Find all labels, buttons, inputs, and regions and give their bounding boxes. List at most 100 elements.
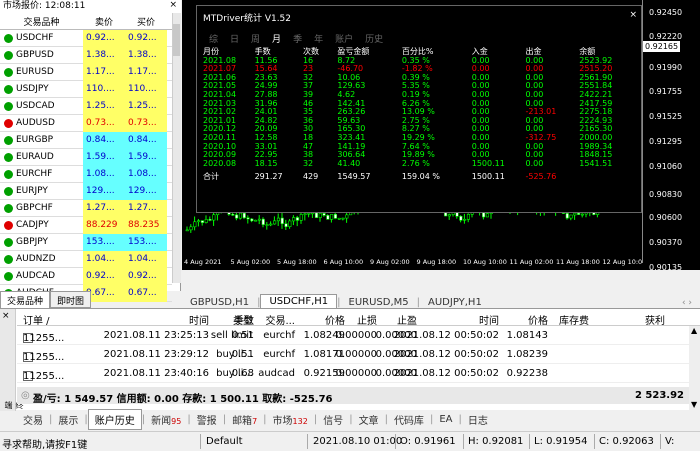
- market-row[interactable]: GBPCHF 1.27... 1.27...: [0, 199, 172, 217]
- terminal-column-header[interactable]: 手数: [234, 312, 254, 327]
- market-symbol: EURJPY: [0, 186, 83, 196]
- close-icon[interactable]: ×: [2, 311, 10, 321]
- close-icon[interactable]: ×: [169, 0, 177, 10]
- column-header-bid[interactable]: 卖价: [83, 15, 125, 28]
- time-tick: 10 Aug 10:00: [463, 258, 507, 266]
- stats-cell: 2020.08: [203, 158, 237, 168]
- market-row[interactable]: GBPJPY 153.... 153....: [0, 233, 172, 251]
- market-row[interactable]: GBPUSD 1.38... 1.38...: [0, 46, 172, 64]
- period-tab[interactable]: 周: [251, 35, 260, 45]
- terminal-tab[interactable]: 账户历史: [87, 409, 142, 430]
- scrollbar-thumb[interactable]: [173, 24, 180, 56]
- terminal-tab[interactable]: 邮箱7: [226, 412, 263, 427]
- tabs-scroll-arrows[interactable]: ‹ ›: [682, 298, 692, 308]
- terminal-tab[interactable]: 代码库: [388, 412, 430, 427]
- market-row[interactable]: USDJPY 110.... 110....: [0, 80, 172, 98]
- price-tick: 0.91990: [649, 63, 683, 72]
- tab-label: 市场: [272, 416, 293, 427]
- terminal-tab[interactable]: 交易: [17, 412, 49, 427]
- tab-symbols[interactable]: 交易品种: [0, 291, 51, 308]
- terminal-tab[interactable]: 文章: [353, 412, 385, 427]
- chart-tab[interactable]: GBPUSD,H1: [182, 297, 257, 308]
- market-row[interactable]: EURAUD 1.59... 1.59...: [0, 148, 172, 166]
- chart-tab[interactable]: USDCHF,H1: [260, 294, 338, 308]
- current-price-label: 0.92165: [643, 41, 680, 52]
- tab-badge: 95: [171, 417, 182, 426]
- terminal-column-header[interactable]: 获利: [645, 312, 665, 327]
- market-row[interactable]: USDCAD 1.25... 1.25...: [0, 97, 172, 115]
- column-header-ask[interactable]: 买价: [125, 15, 167, 28]
- market-row[interactable]: AUDUSD 0.73... 0.73...: [0, 114, 172, 132]
- tab-label: 信号: [323, 416, 344, 427]
- market-row[interactable]: EURCHF 1.08... 1.08...: [0, 165, 172, 183]
- ask-price: 0.92...: [125, 29, 167, 47]
- market-row[interactable]: AUDNZD 1.04... 1.04...: [0, 250, 172, 268]
- column-header-symbol[interactable]: 交易品种: [0, 15, 83, 28]
- tab-tick-chart[interactable]: 即时图: [50, 291, 92, 308]
- status-profile[interactable]: Default: [206, 436, 243, 447]
- candle-body: [573, 212, 577, 216]
- order-cell: 0.51: [231, 349, 254, 360]
- market-row[interactable]: USDCHF 0.92... 0.92...: [0, 29, 172, 47]
- candle-body: [269, 223, 273, 226]
- candle-body: [273, 220, 277, 225]
- chart-tab[interactable]: AUDJPY,H1: [420, 297, 490, 308]
- terminal-column-header[interactable]: 价格: [528, 312, 548, 327]
- tab-label: 警报: [196, 416, 217, 427]
- order-cell: eurchf: [263, 349, 295, 360]
- order-row[interactable]: 11255... 2021.08.11 23:40:16 buy li... 0.68…: [17, 365, 689, 383]
- market-row[interactable]: AUDCAD 0.92... 0.92...: [0, 267, 172, 285]
- terminal-column-header[interactable]: 订单 /: [23, 312, 50, 327]
- terminal-tab[interactable]: 信号: [317, 412, 349, 427]
- market-row[interactable]: EURJPY 129.... 129....: [0, 182, 172, 200]
- symbol-name: AUDCAD: [16, 271, 56, 281]
- symbol-name: EURUSD: [16, 67, 54, 77]
- bid-price: 129....: [83, 182, 125, 200]
- period-tab[interactable]: 月: [272, 35, 281, 45]
- terminal-tab[interactable]: EA: [433, 414, 458, 425]
- terminal-tab[interactable]: 展示: [52, 412, 84, 427]
- arrow-up-icon: [4, 169, 13, 179]
- order-row[interactable]: 11255... 2021.08.11 23:29:12 buy li... 0.51…: [17, 346, 689, 364]
- symbol-name: EURJPY: [16, 186, 48, 196]
- period-tab[interactable]: 季: [293, 35, 302, 45]
- period-tab[interactable]: 历史: [365, 35, 383, 45]
- arrow-up-icon: [4, 50, 13, 60]
- market-row[interactable]: EURGBP 0.84... 0.84...: [0, 131, 172, 149]
- period-tab[interactable]: 年: [314, 35, 323, 45]
- terminal-tab[interactable]: 日志: [462, 412, 494, 427]
- candle-body: [485, 213, 490, 218]
- candle-body: [284, 223, 288, 227]
- terminal-tab[interactable]: 市场132: [267, 412, 314, 427]
- close-icon[interactable]: ×: [629, 10, 637, 20]
- market-row[interactable]: CADJPY 88.229 88.235: [0, 216, 172, 234]
- ask-price: 0.84...: [125, 131, 167, 149]
- terminal-tab[interactable]: 新闻95: [145, 412, 187, 427]
- terminal-column-header[interactable]: 交易...: [265, 312, 295, 327]
- time-tick: 6 Aug 10:00: [323, 258, 364, 266]
- candle-body: [208, 219, 212, 221]
- candle-body: [341, 217, 345, 220]
- candle-body: [337, 217, 341, 220]
- stats-cell: 32: [302, 158, 314, 168]
- bid-price: 1.17...: [83, 63, 125, 81]
- order-row[interactable]: 11255... 2021.08.11 23:25:13 sell limit 0.5…: [17, 327, 689, 345]
- terminal-column-header[interactable]: 时间: [189, 312, 209, 327]
- chart-tab[interactable]: EURUSD,M5: [341, 297, 417, 308]
- terminal-tab[interactable]: 警报: [191, 412, 223, 427]
- period-tab[interactable]: 综: [209, 35, 218, 45]
- order-cell: 0.51: [231, 330, 254, 341]
- candle-body: [565, 213, 569, 219]
- terminal-column-header[interactable]: 止损: [357, 312, 377, 327]
- summary-total: 2 523.92: [634, 390, 684, 401]
- stats-cell: 18.15: [254, 158, 278, 168]
- terminal-column-header[interactable]: 止盈: [397, 312, 417, 327]
- terminal-column-header[interactable]: 库存费: [559, 312, 589, 327]
- stats-cell: 1500.11: [471, 158, 505, 168]
- terminal-column-header[interactable]: 时间: [479, 312, 499, 327]
- period-tab[interactable]: 账户: [335, 35, 353, 45]
- terminal-column-header[interactable]: 价格: [325, 312, 345, 327]
- market-row[interactable]: EURUSD 1.17... 1.17...: [0, 63, 172, 81]
- period-tab[interactable]: 日: [230, 35, 239, 45]
- terminal-scrollbar[interactable]: ▲ ▼: [689, 326, 700, 411]
